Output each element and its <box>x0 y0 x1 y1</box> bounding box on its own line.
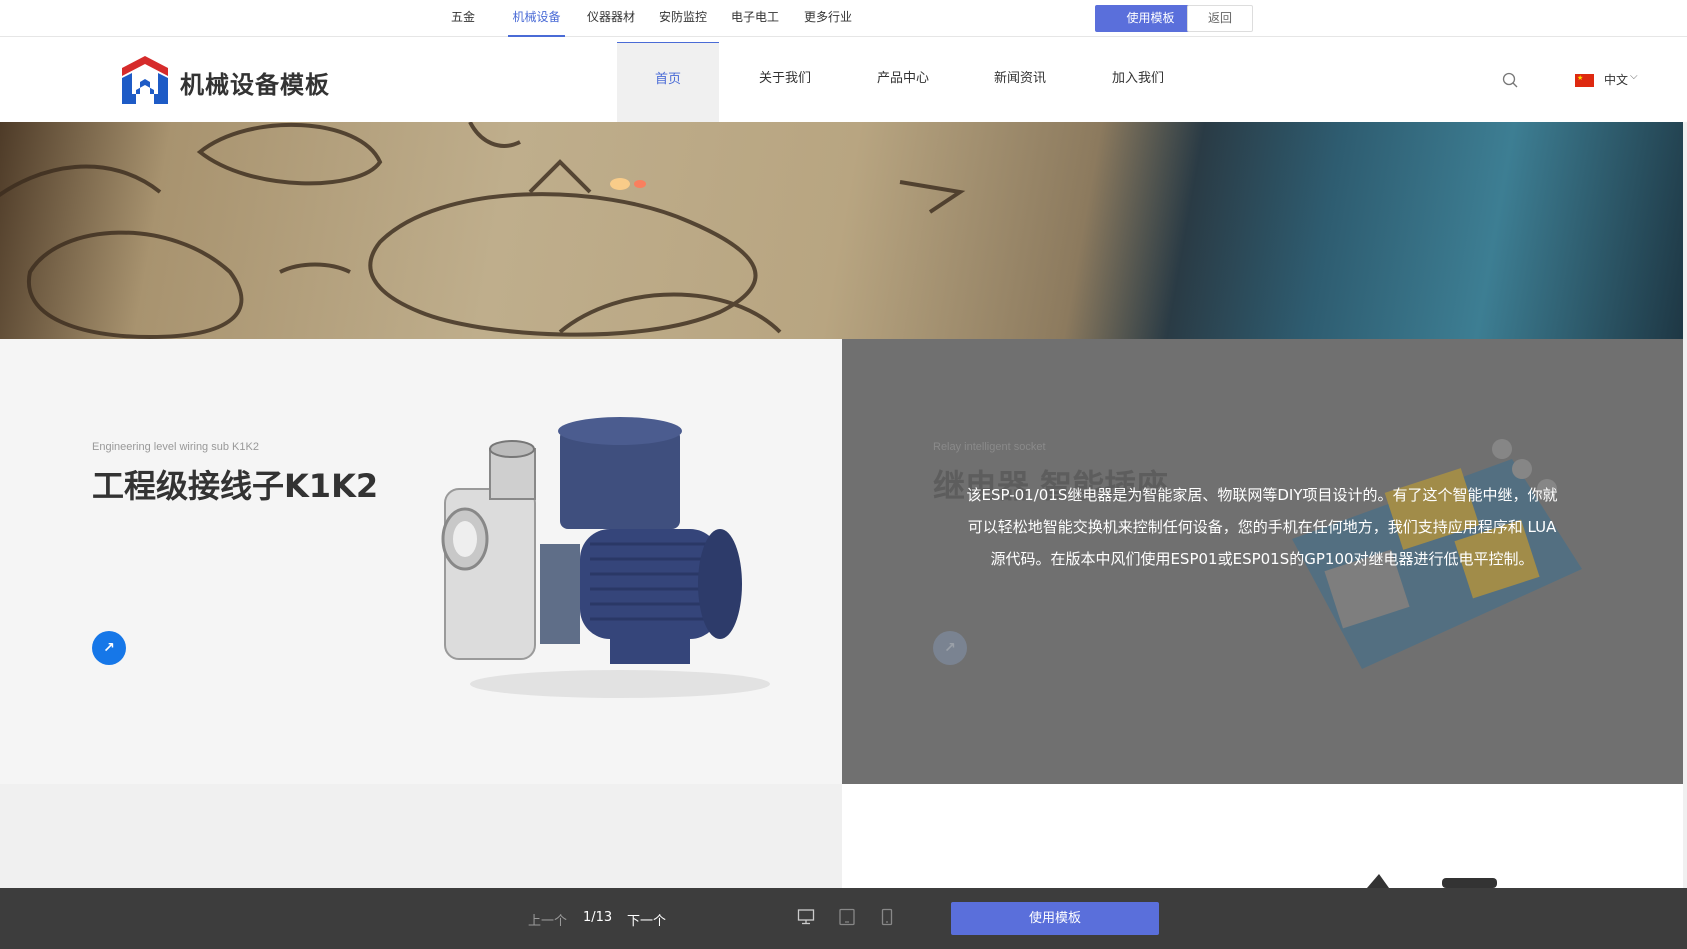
search-icon[interactable] <box>1501 71 1519 89</box>
product-title[interactable]: 工程级接线子K1K2 <box>92 461 378 507</box>
product-subtitle: Engineering level wiring sub K1K2 <box>92 441 259 453</box>
product-card-placeholder <box>0 784 842 888</box>
product-image-partial <box>1367 874 1497 888</box>
tablet-icon[interactable] <box>838 908 856 926</box>
chevron-down-icon[interactable]: ⌵ <box>1630 71 1638 82</box>
preview-toolbar: 上一个 1/13 下一个 使用模板 <box>0 888 1687 949</box>
logo-icon[interactable] <box>118 54 172 106</box>
industry-tab-electronics[interactable]: 电子电工 <box>731 0 779 37</box>
back-button[interactable]: 返回 <box>1187 5 1253 32</box>
industry-tab-instruments[interactable]: 仪器器材 <box>587 0 635 37</box>
industry-bar: 五金 机械设备 仪器器材 安防监控 电子电工 更多行业 使用模板 返回 <box>0 0 1687 37</box>
nav-products[interactable]: 产品中心 <box>856 42 950 122</box>
pump-image <box>441 417 770 698</box>
banner-engraving-graphic <box>0 122 966 339</box>
arrow-up-right-icon[interactable]: ↗ <box>933 631 967 665</box>
industry-tab-machinery[interactable]: 机械设备 <box>508 0 565 37</box>
nav-join[interactable]: 加入我们 <box>1091 42 1185 122</box>
product-subtitle: Relay intelligent socket <box>933 441 1046 453</box>
nav-news[interactable]: 新闻资讯 <box>973 42 1067 122</box>
product-card-relay[interactable]: Relay intelligent socket 继电器 智能插座 ↗ 该ESP… <box>842 339 1683 784</box>
page-scrollbar[interactable] <box>1683 122 1687 888</box>
desktop-icon[interactable] <box>797 908 815 926</box>
product-card-k1k2[interactable]: Engineering level wiring sub K1K2 工程级接线子… <box>0 339 842 784</box>
site-header: 机械设备模板 首页 关于我们 产品中心 新闻资讯 加入我们 ★ 中文 ⌵ <box>0 37 1687 122</box>
page-counter: 1/13 <box>583 910 613 925</box>
product-description: 该ESP-01/01S继电器是为智能家居、物联网等DIY项目设计的。有了这个智能… <box>966 486 1558 568</box>
industry-tab-hardware[interactable]: 五金 <box>451 0 475 37</box>
prev-button[interactable]: 上一个 <box>528 910 567 929</box>
arrow-up-right-icon[interactable]: ↗ <box>92 631 126 665</box>
nav-about[interactable]: 关于我们 <box>738 42 832 122</box>
language-selector[interactable]: 中文 <box>1604 71 1628 88</box>
product-card-next <box>842 784 1683 888</box>
logo-text[interactable]: 机械设备模板 <box>180 65 330 100</box>
flag-cn-icon[interactable]: ★ <box>1575 74 1594 87</box>
mobile-icon[interactable] <box>878 908 896 926</box>
hero-banner <box>0 122 1683 339</box>
industry-tab-security[interactable]: 安防监控 <box>659 0 707 37</box>
use-template-button-bottom[interactable]: 使用模板 <box>951 902 1159 935</box>
industry-tab-more[interactable]: 更多行业 <box>804 0 852 37</box>
next-button[interactable]: 下一个 <box>627 910 666 929</box>
nav-home[interactable]: 首页 <box>617 42 719 122</box>
